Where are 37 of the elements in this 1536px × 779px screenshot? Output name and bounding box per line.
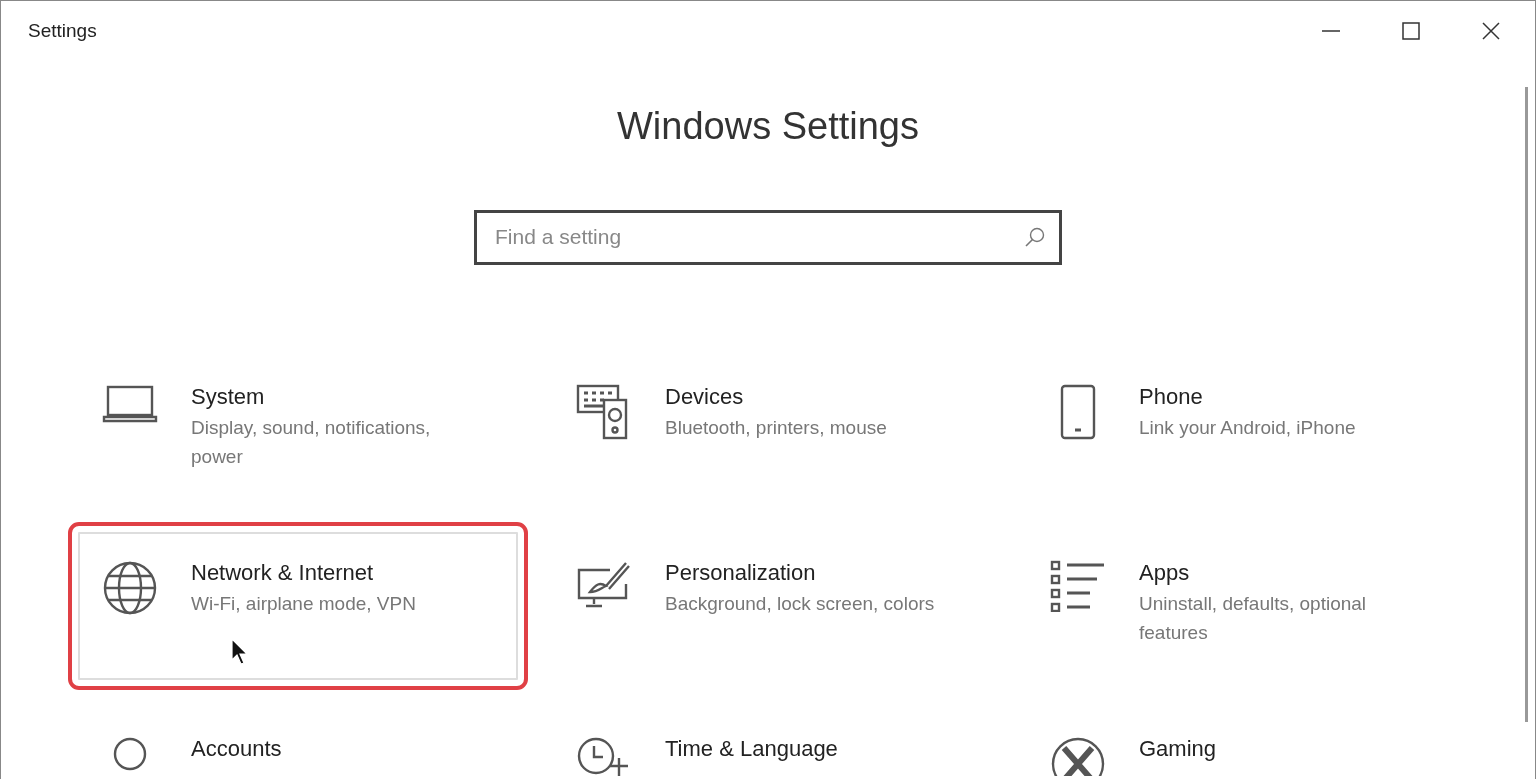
globe-icon xyxy=(102,559,158,616)
tile-title: System xyxy=(191,383,266,411)
tile-title: Network & Internet xyxy=(191,559,375,587)
tile-title: Apps xyxy=(1139,559,1191,587)
settings-tile[interactable]: Gaming xyxy=(1026,707,1466,779)
tile-title: Phone xyxy=(1139,383,1204,411)
tile-description: Link your Android, iPhone xyxy=(1139,416,1356,441)
settings-tile[interactable]: Accounts xyxy=(78,707,518,779)
tile-description: Wi-Fi, airplane mode, VPN xyxy=(191,592,416,617)
tile-title: Accounts xyxy=(191,735,282,763)
phone-icon xyxy=(1060,383,1096,440)
tile-description: Display, sound, notifications, power xyxy=(191,416,432,469)
tile-description: Uninstall, defaults, optional features xyxy=(1139,592,1368,645)
close-icon xyxy=(1482,22,1500,40)
tile-title: Devices xyxy=(665,383,745,411)
mouse-pointer-icon xyxy=(231,637,249,666)
page-heading: Windows Settings xyxy=(616,106,920,148)
minimize-icon xyxy=(1322,30,1340,32)
tile-title: Time & Language xyxy=(665,735,838,763)
maximize-icon xyxy=(1402,22,1420,40)
search-field[interactable]: Find a setting xyxy=(474,209,1062,265)
settings-tile[interactable]: Personalization Background, lock screen, colors xyxy=(552,531,992,680)
search-icon xyxy=(1024,225,1046,248)
tile-title: Personalization xyxy=(665,559,817,587)
settings-tile[interactable]: System Display, sound, notifications, power xyxy=(78,355,518,504)
laptop-icon xyxy=(102,383,158,424)
scrollbar[interactable] xyxy=(1525,87,1528,722)
list-icon xyxy=(1050,559,1106,612)
settings-tile[interactable]: Apps Uninstall, defaults, optional features xyxy=(1026,531,1466,680)
settings-tile[interactable]: Time & Language xyxy=(552,707,992,779)
tile-title: Gaming xyxy=(1139,735,1217,763)
window-title: Settings xyxy=(28,18,97,43)
tile-description: Background, lock screen, colors xyxy=(665,592,935,617)
xbox-icon xyxy=(1050,735,1106,776)
tile-description: Bluetooth, printers, mouse xyxy=(665,416,887,441)
settings-tile[interactable]: Devices Bluetooth, printers, mouse xyxy=(552,355,992,504)
settings-tile[interactable]: Phone Link your Android, iPhone xyxy=(1026,355,1466,504)
